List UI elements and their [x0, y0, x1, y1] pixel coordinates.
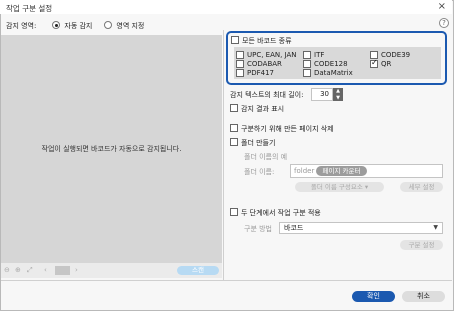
- split-method-label: 구분 방법: [244, 225, 272, 233]
- folder-example-label: 폴더 이름의 예: [244, 153, 288, 161]
- radio-selected-icon: [52, 21, 60, 29]
- split-settings-button[interactable]: 구분 설정: [400, 240, 443, 250]
- preview-message: 작업이 실행되면 바코드가 자동으로 감지됩니다.: [41, 145, 182, 153]
- barcode-pdf417-label: PDF417: [247, 69, 274, 77]
- close-icon[interactable]: ×: [438, 1, 446, 12]
- barcode-itf-checkbox[interactable]: [303, 51, 311, 59]
- folder-name-label: 폴더 이름:: [244, 168, 275, 176]
- barcode-itf-label: ITF: [314, 51, 325, 59]
- zoom-in-icon[interactable]: ⊕: [15, 266, 21, 274]
- detail-settings-button[interactable]: 세부 설정: [400, 182, 443, 192]
- barcode-datamatrix-checkbox[interactable]: [303, 69, 311, 77]
- radio-auto-detect[interactable]: 자동 감지: [52, 21, 92, 31]
- stepper-down-icon[interactable]: ▼: [333, 94, 343, 101]
- max-length-stepper[interactable]: ▲ ▼: [333, 88, 343, 101]
- split-method-value: 바코드: [284, 224, 304, 232]
- barcode-upc-label: UPC, EAN, JAN: [247, 51, 297, 59]
- next-page-icon[interactable]: ›: [75, 266, 78, 274]
- barcode-pdf417-checkbox[interactable]: [236, 69, 244, 77]
- barcode-upc-checkbox[interactable]: [236, 51, 244, 59]
- page-thumbnail[interactable]: [55, 266, 70, 275]
- split-method-select[interactable]: 바코드 ▼: [279, 222, 443, 234]
- show-result-label: 감지 결과 표시: [241, 105, 285, 113]
- radio-specify-area-label: 영역 지정: [116, 22, 145, 30]
- barcode-codabar-label: CODABAR: [247, 60, 282, 68]
- fit-icon[interactable]: ⤢: [27, 266, 33, 275]
- two-stage-checkbox[interactable]: [230, 208, 238, 216]
- detection-area-label: 감지 영역:: [6, 22, 37, 30]
- two-stage-label: 두 단계에서 작업 구분 적용: [241, 209, 321, 217]
- delete-separator-checkbox[interactable]: [230, 124, 238, 132]
- all-barcode-types-label: 모든 바코드 종류: [242, 37, 292, 45]
- barcode-qr-label: QR: [381, 60, 392, 68]
- barcode-code39-label: CODE39: [381, 51, 411, 59]
- folder-prefix-text: folder: [294, 167, 315, 175]
- show-result-checkbox[interactable]: [230, 104, 238, 112]
- max-length-input[interactable]: 30: [311, 88, 333, 101]
- delete-separator-label: 구분하기 위해 만든 페이지 삭제: [241, 125, 334, 133]
- page-counter-tag[interactable]: 페이지 카운터: [316, 166, 367, 176]
- barcode-code128-checkbox[interactable]: [303, 60, 311, 68]
- chevron-down-icon: ▼: [433, 224, 438, 231]
- barcode-datamatrix-label: DataMatrix: [314, 69, 353, 77]
- barcode-codabar-checkbox[interactable]: [236, 60, 244, 68]
- radio-specify-area[interactable]: 영역 지정: [104, 21, 144, 31]
- scan-preview-area: 작업이 실행되면 바코드가 자동으로 감지됩니다.: [1, 35, 222, 263]
- scan-button[interactable]: 스캔: [177, 266, 219, 275]
- zoom-out-icon[interactable]: ⊖: [4, 266, 10, 274]
- radio-unselected-icon: [104, 21, 112, 29]
- ok-button[interactable]: 확인: [352, 291, 395, 302]
- barcode-code128-label: CODE128: [314, 60, 348, 68]
- window-title: 작업 구분 설정: [6, 4, 53, 13]
- folder-name-config-button[interactable]: 폴더 이름 구성요소 ▾: [295, 182, 384, 192]
- create-folder-label: 폴더 만들기: [241, 139, 276, 147]
- radio-auto-detect-label: 자동 감지: [64, 22, 93, 30]
- help-icon[interactable]: ?: [439, 18, 449, 28]
- all-barcode-types-checkbox[interactable]: [231, 36, 239, 44]
- barcode-qr-checkbox[interactable]: [370, 58, 378, 68]
- footer-divider: [1, 280, 452, 281]
- max-length-label: 감지 텍스트의 최대 길이:: [230, 91, 304, 99]
- create-folder-checkbox[interactable]: [230, 138, 238, 146]
- cancel-button[interactable]: 취소: [402, 291, 445, 302]
- prev-page-icon[interactable]: ‹: [44, 266, 47, 274]
- panel-divider: [223, 30, 224, 280]
- title-bar: 작업 구분 설정 ×: [0, 0, 452, 14]
